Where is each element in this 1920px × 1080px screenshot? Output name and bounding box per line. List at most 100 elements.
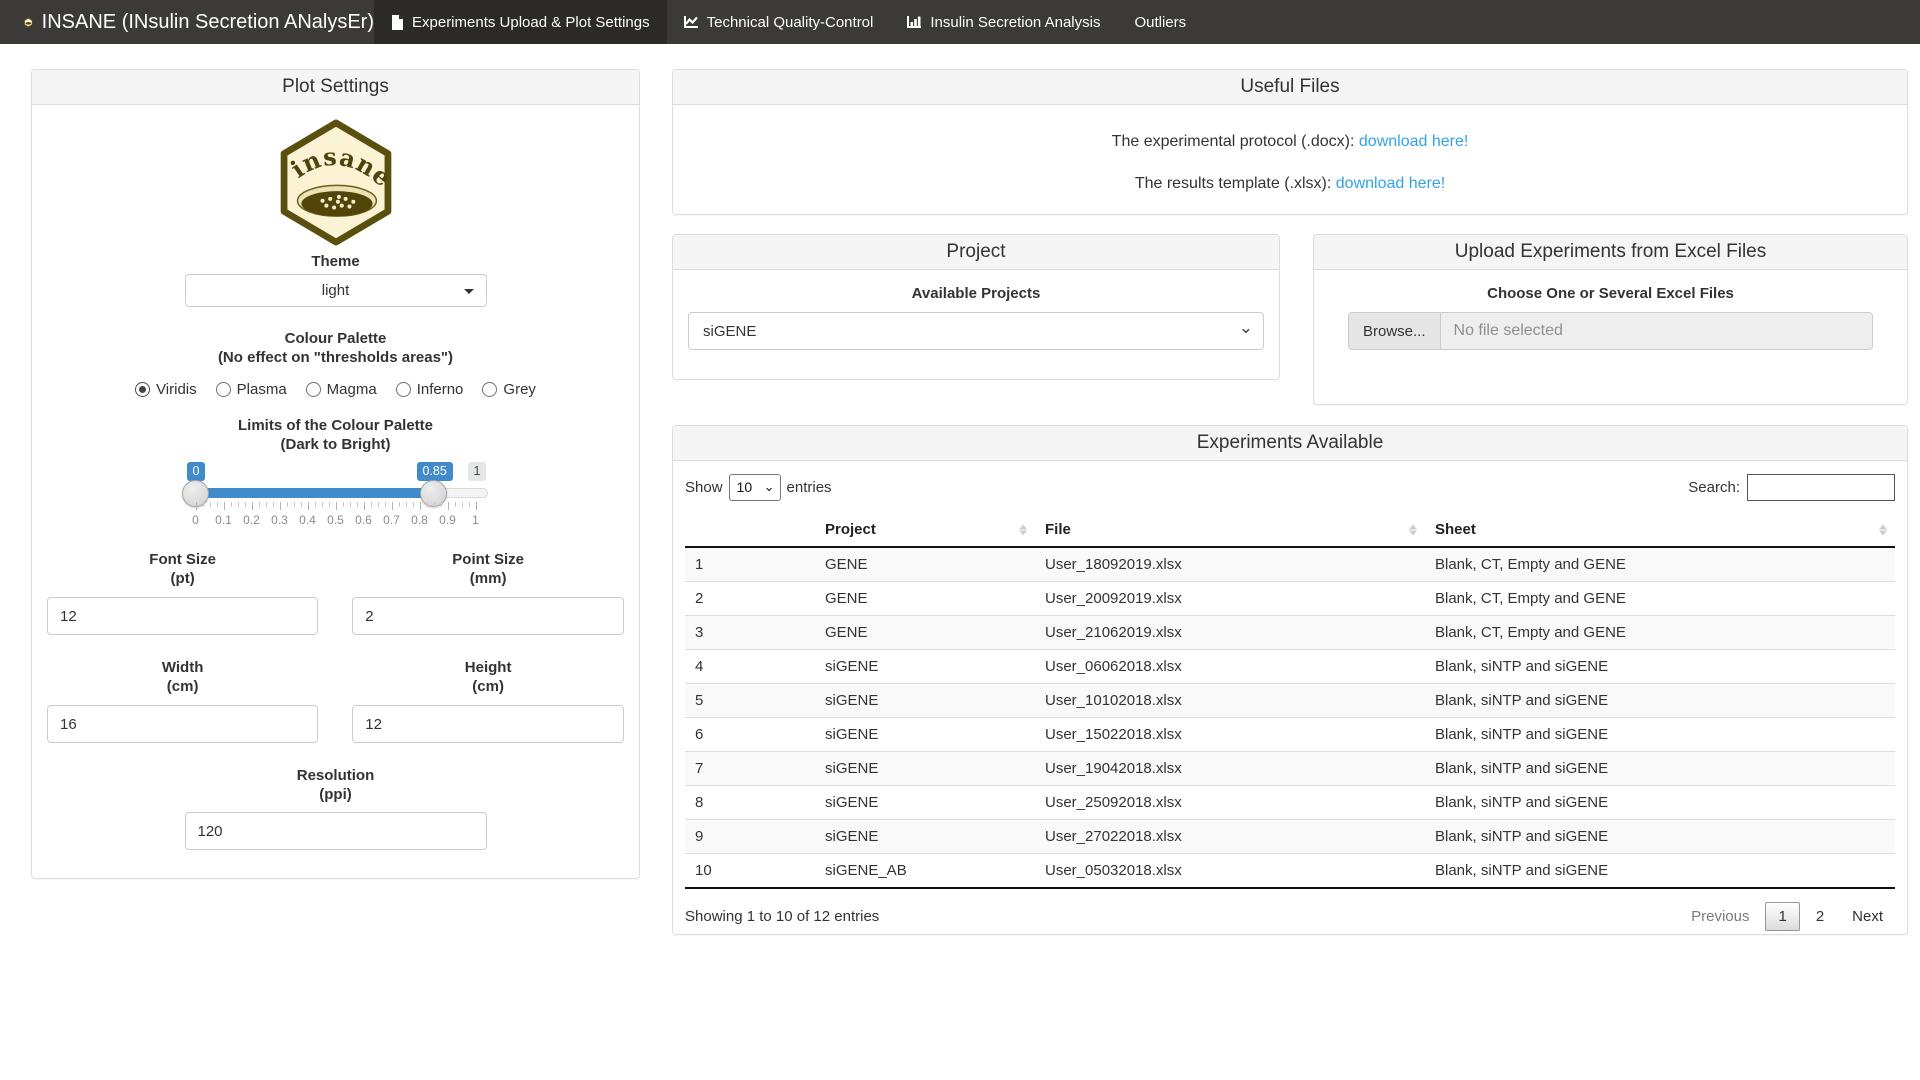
font-size-input[interactable] bbox=[47, 597, 318, 635]
cell-file: User_19042018.xlsx bbox=[1035, 752, 1425, 786]
radio-viridis[interactable]: Viridis bbox=[135, 381, 197, 398]
radio-inferno[interactable]: Inferno bbox=[396, 381, 464, 398]
tab-technical-qc[interactable]: Technical Quality-Control bbox=[667, 0, 891, 44]
sort-icon bbox=[1409, 524, 1417, 535]
protocol-download-link[interactable]: download here! bbox=[1359, 133, 1468, 150]
table-row[interactable]: 3 GENE User_21062019.xlsx Blank, CT, Emp… bbox=[685, 616, 1895, 650]
cell-file: User_18092019.xlsx bbox=[1035, 547, 1425, 582]
theme-label: Theme bbox=[47, 252, 624, 271]
next-page-button[interactable]: Next bbox=[1840, 903, 1895, 930]
cell-file: User_15022018.xlsx bbox=[1035, 718, 1425, 752]
limits-label: Limits of the Colour Palette bbox=[47, 416, 624, 435]
cell-project: GENE bbox=[815, 547, 1035, 582]
palette-limits-slider: 0 0.85 1 00.10.20.30.40.50.60.70.80.91 bbox=[184, 462, 488, 532]
table-row[interactable]: 7 siGENE User_19042018.xlsx Blank, siNTP… bbox=[685, 752, 1895, 786]
cell-file: User_10102018.xlsx bbox=[1035, 684, 1425, 718]
plot-settings-panel: Plot Settings insane bbox=[31, 69, 640, 879]
sort-icon bbox=[1019, 524, 1027, 535]
table-row[interactable]: 8 siGENE User_25092018.xlsx Blank, siNTP… bbox=[685, 786, 1895, 820]
resolution-label: Resolution bbox=[185, 766, 487, 785]
file-input-group: Browse... No file selected bbox=[1348, 312, 1873, 350]
protocol-line: The experimental protocol (.docx): downl… bbox=[688, 133, 1892, 151]
useful-files-panel: Useful Files The experimental protocol (… bbox=[672, 69, 1908, 215]
search-label: Search: bbox=[1688, 479, 1740, 496]
search-input[interactable] bbox=[1747, 474, 1895, 501]
cell-index: 6 bbox=[685, 718, 815, 752]
cell-file: User_06062018.xlsx bbox=[1035, 650, 1425, 684]
file-icon bbox=[391, 15, 404, 30]
slider-grid: 00.10.20.30.40.50.60.70.80.91 bbox=[196, 502, 476, 532]
tab-label: Outliers bbox=[1134, 14, 1186, 31]
radio-magma[interactable]: Magma bbox=[306, 381, 377, 398]
cell-file: User_20092019.xlsx bbox=[1035, 582, 1425, 616]
radio-icon bbox=[396, 382, 411, 397]
point-size-unit: (mm) bbox=[352, 569, 624, 588]
chevron-down-icon bbox=[464, 289, 474, 294]
col-index-header bbox=[685, 513, 815, 547]
app-title: INSANE (INsulin Secretion ANalysEr) bbox=[42, 11, 374, 34]
tab-label: Experiments Upload & Plot Settings bbox=[412, 14, 650, 31]
cell-sheet: Blank, siNTP and siGENE bbox=[1425, 718, 1895, 752]
radio-plasma[interactable]: Plasma bbox=[216, 381, 287, 398]
resolution-input[interactable] bbox=[185, 812, 487, 850]
point-size-input[interactable] bbox=[352, 597, 624, 635]
table-row[interactable]: 4 siGENE User_06062018.xlsx Blank, siNTP… bbox=[685, 650, 1895, 684]
page-size-select[interactable]: 10 ⌄ bbox=[729, 474, 781, 501]
table-row[interactable]: 2 GENE User_20092019.xlsx Blank, CT, Emp… bbox=[685, 582, 1895, 616]
app-page: INSANE (INsulin Secretion ANalysEr) Expe… bbox=[0, 0, 1920, 1080]
panel-title: Useful Files bbox=[673, 70, 1907, 105]
palette-radio-group: Viridis Plasma Magma Inferno Grey bbox=[47, 381, 624, 398]
slider-max-badge: 1 bbox=[468, 462, 487, 481]
cell-index: 2 bbox=[685, 582, 815, 616]
width-input[interactable] bbox=[47, 705, 318, 743]
col-sheet-header[interactable]: Sheet bbox=[1425, 513, 1895, 547]
tab-insulin-analysis[interactable]: Insulin Secretion Analysis bbox=[890, 0, 1117, 44]
page-1-button[interactable]: 1 bbox=[1765, 902, 1799, 931]
template-download-link[interactable]: download here! bbox=[1336, 175, 1445, 192]
nav-tabs: Experiments Upload & Plot Settings Techn… bbox=[374, 0, 1203, 44]
tab-label: Insulin Secretion Analysis bbox=[930, 14, 1100, 31]
available-projects-label: Available Projects bbox=[688, 284, 1264, 303]
browse-button[interactable]: Browse... bbox=[1349, 313, 1441, 349]
project-select[interactable]: siGENE ⌄ bbox=[688, 312, 1264, 350]
theme-select[interactable]: light bbox=[185, 274, 487, 307]
slider-tick-label: 0.9 bbox=[439, 513, 456, 527]
protocol-text: The experimental protocol (.docx): bbox=[1112, 133, 1355, 150]
table-row[interactable]: 10 siGENE_AB User_05032018.xlsx Blank, s… bbox=[685, 854, 1895, 889]
pagination: Previous 1 2 Next bbox=[1679, 902, 1895, 931]
tab-label: Technical Quality-Control bbox=[707, 14, 874, 31]
col-file-header[interactable]: File bbox=[1035, 513, 1425, 547]
cell-project: GENE bbox=[815, 582, 1035, 616]
table-row[interactable]: 6 siGENE User_15022018.xlsx Blank, siNTP… bbox=[685, 718, 1895, 752]
cell-project: siGENE bbox=[815, 820, 1035, 854]
navbar: INSANE (INsulin Secretion ANalysEr) Expe… bbox=[0, 0, 1920, 44]
slider-from-badge: 0 bbox=[187, 462, 206, 481]
height-input[interactable] bbox=[352, 705, 624, 743]
app-brand[interactable]: INSANE (INsulin Secretion ANalysEr) bbox=[0, 0, 374, 44]
radio-icon bbox=[306, 382, 321, 397]
table-row[interactable]: 5 siGENE User_10102018.xlsx Blank, siNTP… bbox=[685, 684, 1895, 718]
radio-grey[interactable]: Grey bbox=[482, 381, 536, 398]
upload-panel: Upload Experiments from Excel Files Choo… bbox=[1313, 234, 1908, 405]
sort-icon bbox=[1879, 524, 1887, 535]
cell-file: User_27022018.xlsx bbox=[1035, 820, 1425, 854]
col-project-header[interactable]: Project bbox=[815, 513, 1035, 547]
cell-sheet: Blank, siNTP and siGENE bbox=[1425, 650, 1895, 684]
cell-sheet: Blank, CT, Empty and GENE bbox=[1425, 582, 1895, 616]
table-header-row: Project File Sheet bbox=[685, 513, 1895, 547]
slider-bar bbox=[196, 488, 434, 498]
previous-page-button[interactable]: Previous bbox=[1679, 903, 1761, 930]
col-label: File bbox=[1045, 521, 1071, 538]
page-2-button[interactable]: 2 bbox=[1804, 903, 1836, 930]
table-row[interactable]: 9 siGENE User_27022018.xlsx Blank, siNTP… bbox=[685, 820, 1895, 854]
font-size-label: Font Size bbox=[47, 550, 318, 569]
insane-hex-logo: insane bbox=[278, 119, 394, 246]
slider-tick-label: 0.4 bbox=[299, 513, 316, 527]
show-label: Show bbox=[685, 479, 723, 496]
table-row[interactable]: 1 GENE User_18092019.xlsx Blank, CT, Emp… bbox=[685, 547, 1895, 582]
height-field: Height (cm) bbox=[352, 658, 624, 743]
tab-experiments-upload[interactable]: Experiments Upload & Plot Settings bbox=[374, 0, 667, 44]
slider-tick-label: 0.7 bbox=[383, 513, 400, 527]
tab-outliers[interactable]: Outliers bbox=[1117, 0, 1203, 44]
resolution-unit: (ppi) bbox=[185, 785, 487, 804]
